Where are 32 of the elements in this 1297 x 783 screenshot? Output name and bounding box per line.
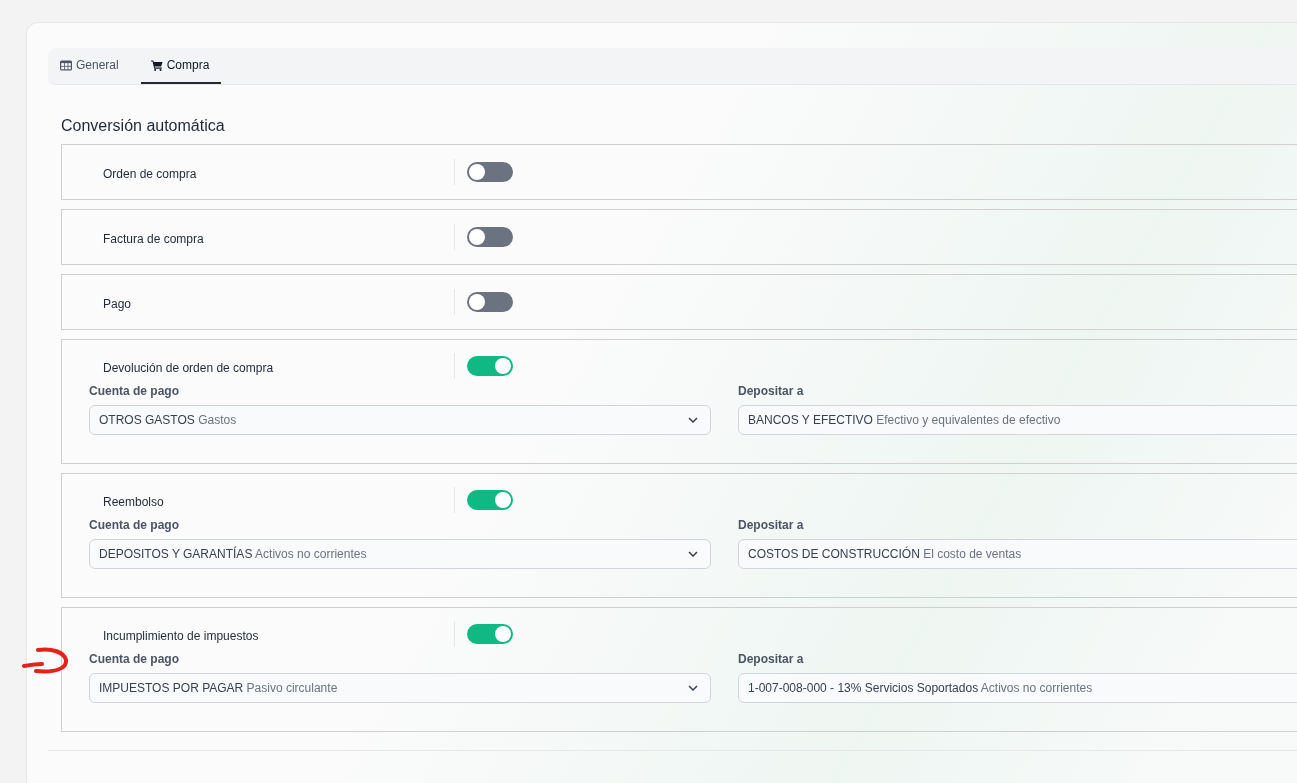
dropdown-field[interactable]: DEPOSITOS Y GARANTÍAS Activos no corrientes bbox=[89, 539, 711, 569]
toggle-switch[interactable] bbox=[467, 227, 513, 247]
field-label: Depositar a bbox=[738, 652, 805, 666]
dropdown-field[interactable]: COSTOS DE CONSTRUCCIÓN El costo de ventas bbox=[738, 539, 1297, 569]
chevron-down-icon bbox=[688, 417, 698, 423]
setting-label: Factura de compra bbox=[102, 232, 205, 246]
toggle-switch[interactable] bbox=[467, 162, 513, 182]
dropdown-field[interactable]: OTROS GASTOS Gastos bbox=[89, 405, 711, 435]
dropdown-field[interactable]: BANCOS Y EFECTIVO Efectivo y equivalentes de efectivo bbox=[738, 405, 1297, 435]
field-label: Depositar a bbox=[738, 518, 805, 532]
setting-label: Incumplimiento de impuestos bbox=[102, 629, 260, 643]
field-label: Cuenta de pago bbox=[89, 518, 180, 532]
chevron-down-icon bbox=[688, 685, 698, 691]
cart-icon bbox=[150, 59, 163, 71]
toggle-switch[interactable] bbox=[467, 624, 513, 644]
chevron-down-icon bbox=[688, 551, 698, 557]
section-title: Conversión automática bbox=[61, 117, 226, 135]
tab[interactable]: Compra bbox=[140, 48, 222, 84]
setting-label: Pago bbox=[102, 297, 133, 311]
setting-label: Devolución de orden de compra bbox=[102, 361, 275, 375]
tab[interactable]: General bbox=[58, 48, 131, 84]
toggle-switch[interactable] bbox=[467, 356, 513, 376]
field-label: Cuenta de pago bbox=[89, 384, 180, 398]
setting-label: Orden de compra bbox=[102, 167, 198, 181]
field-label: Depositar a bbox=[738, 384, 805, 398]
table-icon bbox=[60, 59, 72, 71]
toggle-switch[interactable] bbox=[467, 292, 513, 312]
toggle-switch[interactable] bbox=[467, 490, 513, 510]
field-label: Cuenta de pago bbox=[89, 652, 180, 666]
dropdown-field[interactable]: IMPUESTOS POR PAGAR Pasivo circulante bbox=[89, 673, 711, 703]
dropdown-field[interactable]: 1-007-008-000 - 13% Servicios Soportados Activos no corrientes bbox=[738, 673, 1297, 703]
setting-label: Reembolso bbox=[102, 495, 165, 509]
